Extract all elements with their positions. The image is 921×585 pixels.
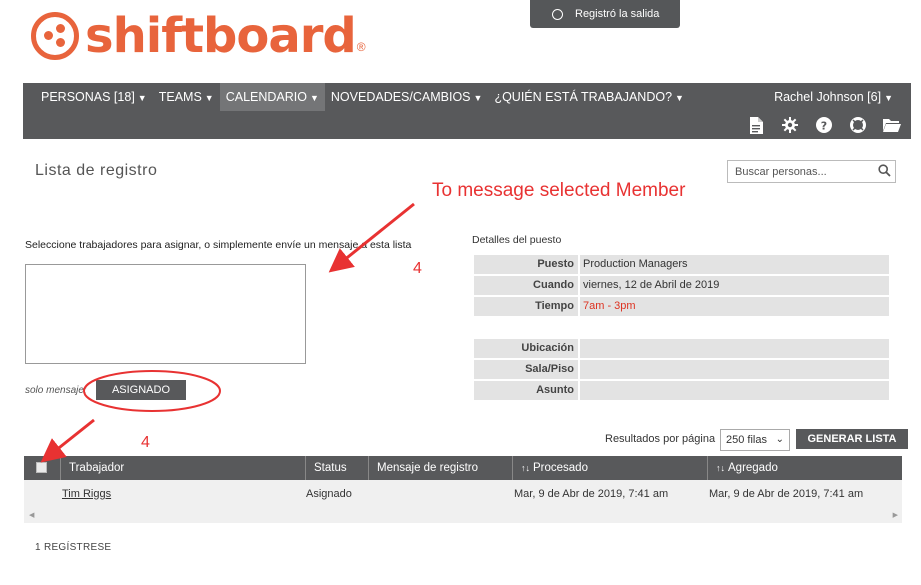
- nav-quien-trabajando[interactable]: ¿QUIÉN ESTÁ TRABAJANDO? ▼: [488, 83, 690, 111]
- svg-text:?: ?: [821, 120, 827, 133]
- help-icon[interactable]: ?: [813, 116, 835, 134]
- scroll-right-icon[interactable]: ▶: [893, 509, 898, 523]
- sort-icon: ↑↓: [716, 463, 725, 473]
- user-menu[interactable]: Rachel Johnson [6] ▼: [774, 83, 893, 111]
- per-page-value: 250 filas: [726, 434, 767, 446]
- table-header: Trabajador Status Mensaje de registro ↑↓…: [24, 456, 902, 480]
- annotation-arrow-textarea: [328, 202, 415, 273]
- nav-calendario[interactable]: CALENDARIO ▼: [219, 83, 325, 111]
- column-procesado[interactable]: ↑↓ Procesado: [512, 456, 707, 480]
- detail-value: [580, 381, 889, 400]
- user-name: Rachel Johnson [6]: [774, 90, 882, 104]
- select-all-checkbox[interactable]: [36, 462, 47, 473]
- chevron-down-icon: ▼: [137, 93, 147, 103]
- registration-count: 1 REGÍSTRESE: [35, 542, 112, 553]
- generate-list-button[interactable]: GENERAR LISTA: [796, 429, 908, 449]
- nav-teams[interactable]: TEAMS ▼: [153, 83, 220, 111]
- detail-row-asunto: Asunto: [474, 381, 889, 400]
- cell-status: Asignado: [306, 488, 352, 500]
- cell-added: Mar, 9 de Abr de 2019, 7:41 am: [709, 488, 864, 500]
- chevron-down-icon: ▼: [204, 93, 214, 103]
- details-heading: Detalles del puesto: [472, 234, 562, 246]
- search-box: [727, 160, 896, 183]
- detail-value: viernes, 12 de Abril de 2019: [580, 276, 889, 295]
- column-procesado-label: Procesado: [533, 462, 588, 474]
- registered-mark: ®: [356, 40, 366, 54]
- cell-processed: Mar, 9 de Abr de 2019, 7:41 am: [514, 488, 669, 500]
- worker-link[interactable]: Tim Riggs: [62, 488, 111, 500]
- detail-row-tiempo: Tiempo 7am - 3pm: [474, 297, 889, 316]
- detail-value: [580, 360, 889, 379]
- column-agregado[interactable]: ↑↓ Agregado: [707, 456, 902, 480]
- detail-row-ubicacion: Ubicación: [474, 339, 889, 358]
- lifebuoy-icon[interactable]: [847, 116, 869, 134]
- gear-icon[interactable]: [779, 116, 801, 134]
- chevron-down-icon: ▼: [884, 93, 893, 103]
- horizontal-scrollbar[interactable]: ◀ ▶: [24, 509, 902, 523]
- nav-personas-label: PERSONAS [18]: [41, 90, 135, 104]
- scroll-left-icon[interactable]: ◀: [29, 509, 34, 523]
- chevron-down-icon: ▼: [473, 93, 483, 103]
- main-navbar: PERSONAS [18] ▼ TEAMS ▼ CALENDARIO ▼ NOVEDA…: [23, 83, 911, 139]
- logo-mark-icon: [31, 12, 79, 60]
- chevron-down-icon: ▼: [675, 93, 684, 103]
- chevron-down-icon: ⌄: [775, 434, 784, 445]
- clock-status-button[interactable]: Registró la salida: [530, 0, 680, 28]
- page-title: Lista de registro: [35, 162, 158, 179]
- detail-label: Tiempo: [474, 297, 578, 316]
- table-row[interactable]: Tim Riggs Asignado Mar, 9 de Abr de 2019…: [24, 480, 902, 509]
- nav-novedades-label: NOVEDADES/CAMBIOS: [330, 90, 471, 104]
- column-mensaje[interactable]: Mensaje de registro: [368, 456, 512, 480]
- annotation-step-4: 4: [413, 260, 422, 277]
- cell-message: [368, 480, 376, 509]
- shiftboard-logo[interactable]: shiftboard ®: [31, 10, 366, 62]
- detail-value: [580, 339, 889, 358]
- nav-quien-label: ¿QUIÉN ESTÁ TRABAJANDO?: [494, 90, 673, 104]
- detail-label: Sala/Piso: [474, 360, 578, 379]
- detail-value: Production Managers: [580, 255, 889, 274]
- message-textarea[interactable]: [25, 264, 306, 364]
- detail-row-sala: Sala/Piso: [474, 360, 889, 379]
- clock-status-label: Registró la salida: [575, 8, 660, 20]
- detail-label: Puesto: [474, 255, 578, 274]
- nav-teams-label: TEAMS: [158, 90, 202, 104]
- search-input[interactable]: [728, 161, 868, 182]
- assign-button[interactable]: ASIGNADO: [96, 380, 186, 400]
- detail-row-puesto: Puesto Production Managers: [474, 255, 889, 274]
- detail-label: Cuando: [474, 276, 578, 295]
- annotation-message-label: To message selected Member: [432, 180, 686, 201]
- detail-label: Ubicación: [474, 339, 578, 358]
- column-agregado-label: Agregado: [728, 462, 778, 474]
- nav-personas[interactable]: PERSONAS [18] ▼: [35, 83, 153, 111]
- annotation-step-4-second: 4: [141, 434, 150, 451]
- search-icon[interactable]: [878, 164, 891, 180]
- cell-worker: Tim Riggs: [54, 480, 111, 509]
- message-only-label: solo mensaje:: [25, 385, 87, 396]
- assign-instruction: Seleccione trabajadores para asignar, o …: [25, 239, 412, 251]
- clock-ring-icon: [552, 8, 563, 20]
- annotation-arrow-checkbox: [40, 418, 95, 463]
- folder-icon[interactable]: [881, 116, 903, 134]
- chevron-down-icon: ▼: [309, 93, 319, 103]
- document-icon[interactable]: [745, 116, 767, 134]
- detail-value: 7am - 3pm: [580, 297, 889, 316]
- nav-calendario-label: CALENDARIO: [225, 90, 307, 104]
- detail-label: Asunto: [474, 381, 578, 400]
- column-trabajador[interactable]: Trabajador: [60, 456, 305, 480]
- column-status[interactable]: Status: [305, 456, 368, 480]
- per-page-label: Resultados por página: [605, 433, 716, 445]
- sort-icon: ↑↓: [521, 463, 530, 473]
- per-page-select[interactable]: 250 filas ⌄: [720, 429, 790, 451]
- nav-novedades[interactable]: NOVEDADES/CAMBIOS ▼: [325, 83, 489, 111]
- detail-row-cuando: Cuando viernes, 12 de Abril de 2019: [474, 276, 889, 295]
- logo-wordmark: shiftboard: [85, 8, 357, 64]
